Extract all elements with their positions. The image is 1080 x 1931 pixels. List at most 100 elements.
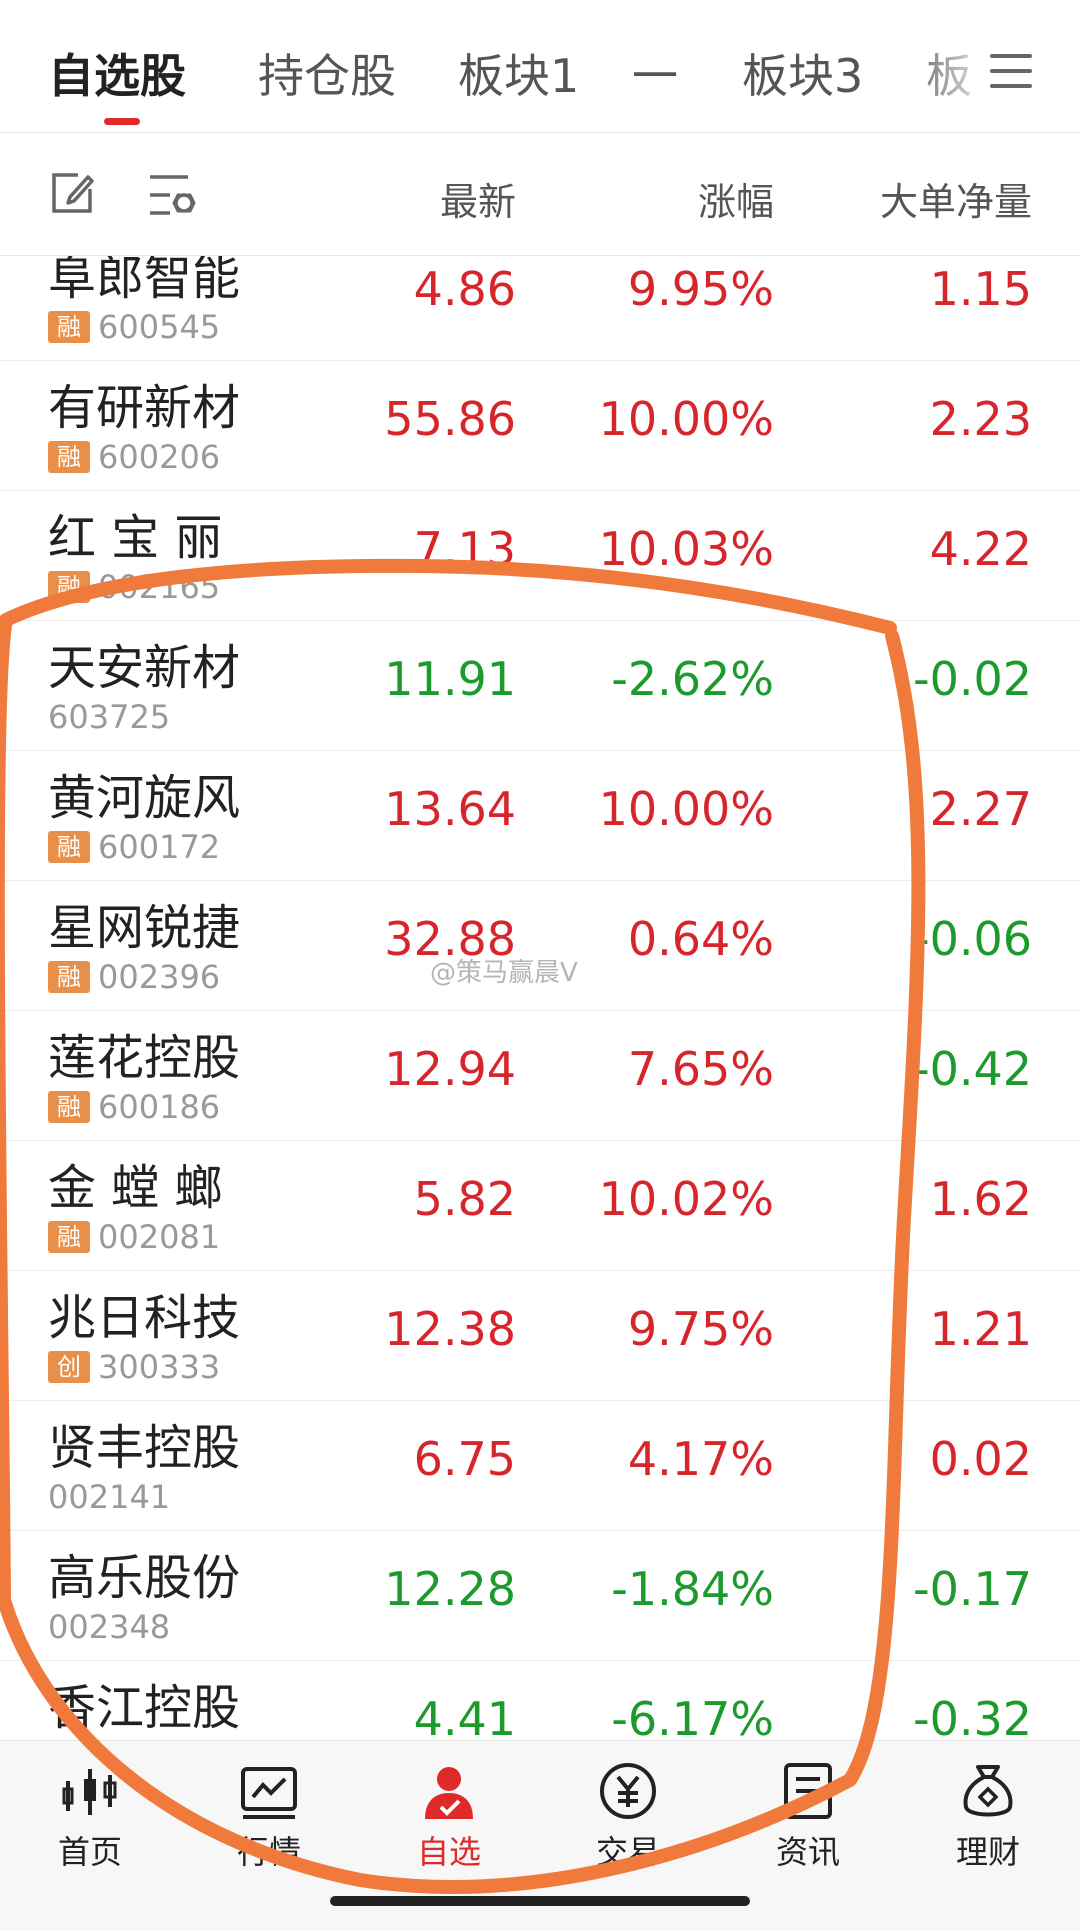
net-volume: 2.27 [929,782,1032,836]
change-percent: 7.65% [627,1042,774,1096]
nav-news[interactable]: 资讯 [738,1761,878,1873]
net-volume: -0.17 [912,1562,1032,1616]
stock-row[interactable]: 香江控股 4.41 -6.17% -0.32 [0,1660,1080,1740]
stock-name: 香江控股 [48,1680,241,1736]
nav-market[interactable]: 行情 [199,1761,339,1873]
tab-holdings[interactable]: 持仓股 [258,40,396,106]
stock-name: 阜郎智能 [48,256,241,306]
stock-code-line: 融 600186 [48,1088,220,1126]
watchlist-icon [425,1767,473,1819]
stock-code-line: 融 002165 [48,568,220,606]
net-volume: 0.02 [929,1432,1032,1486]
stock-code: 600186 [98,1088,221,1126]
margin-badge: 创 [48,1351,90,1383]
nav-label-wealth: 理财 [955,1833,1020,1871]
stock-code-line: 603725 [48,698,170,736]
edit-icon[interactable] [48,169,96,217]
stock-code-line: 融 600172 [48,828,220,866]
latest-price: 11.91 [384,652,516,706]
stock-name: 星网锐捷 [48,900,241,956]
stock-code: 600206 [98,438,221,476]
margin-badge: 融 [48,311,90,343]
nav-label-watchlist: 自选 [416,1833,481,1871]
stock-row[interactable]: 天安新材 603725 11.91 -2.62% -0.02 [0,620,1080,751]
tab-sector-1[interactable]: 板块1 [458,40,579,106]
net-volume: -0.06 [912,912,1032,966]
margin-badge: 融 [48,831,90,863]
nav-trade[interactable]: 交易 [558,1761,698,1873]
change-percent: 4.17% [627,1432,774,1486]
stock-code: 002141 [48,1478,171,1516]
home-indicator[interactable] [330,1896,750,1906]
column-change[interactable]: 涨幅 [698,171,774,226]
nav-label-news: 资讯 [775,1833,840,1871]
stock-name: 黄河旋风 [48,770,241,826]
stock-row[interactable]: 兆日科技创 300333 12.38 9.75% 1.21 [0,1270,1080,1401]
stock-row[interactable]: 黄河旋风融 600172 13.64 10.00% 2.27 [0,750,1080,881]
stock-row[interactable]: 高乐股份 002348 12.28 -1.84% -0.17 [0,1530,1080,1661]
latest-price: 55.86 [384,392,516,446]
stock-row[interactable]: 阜郎智能融 600545 4.86 9.95% 1.15 [0,256,1080,361]
money-bag-icon [963,1765,1013,1817]
stock-name: 高乐股份 [48,1550,241,1606]
tab-sector-3[interactable]: 板块3 [742,40,863,106]
tab-sector-2[interactable]: 一 [632,40,678,106]
column-latest[interactable]: 最新 [440,171,516,226]
change-percent: 0.64% [627,912,774,966]
latest-price: 13.64 [384,782,516,836]
nav-watchlist[interactable]: 自选 [379,1761,519,1873]
nav-wealth[interactable]: 理财 [918,1761,1058,1873]
nav-label-home: 首页 [57,1833,122,1871]
stock-code-line: 002141 [48,1478,170,1516]
nav-label-trade: 交易 [595,1833,660,1871]
watermark: @策马赢晨V [430,958,578,988]
latest-price: 12.94 [384,1042,516,1096]
net-volume: -0.42 [912,1042,1032,1096]
news-icon [784,1763,832,1819]
stock-code-line: 创 300333 [48,1348,220,1386]
stock-code: 002396 [98,958,221,996]
stock-row[interactable]: 星网锐捷融 002396 32.88 0.64% -0.06 [0,880,1080,1011]
latest-price: 5.82 [413,1172,516,1226]
change-percent: 9.75% [627,1302,774,1356]
stock-name: 贤丰控股 [48,1420,241,1476]
stock-code-line: 002348 [48,1608,170,1646]
column-net-volume[interactable]: 大单净量 [880,171,1032,226]
stock-name: 兆日科技 [48,1290,241,1346]
stock-row[interactable]: 红 宝 丽融 002165 7.13 10.03% 4.22 [0,490,1080,621]
net-volume: 4.22 [929,522,1032,576]
net-volume: -0.02 [912,652,1032,706]
stock-row[interactable]: 有研新材融 600206 55.86 10.00% 2.23 [0,360,1080,491]
stock-code-line: 融 600206 [48,438,220,476]
change-percent: 10.00% [598,392,774,446]
margin-badge: 融 [48,1091,90,1123]
net-volume: -0.32 [912,1692,1032,1740]
change-percent: 10.00% [598,782,774,836]
stock-name: 有研新材 [48,380,241,436]
latest-price: 4.41 [413,1692,516,1740]
stock-name: 莲花控股 [48,1030,241,1086]
margin-badge: 融 [48,571,90,603]
net-volume: 1.62 [929,1172,1032,1226]
stock-code-line: 融 002081 [48,1218,220,1256]
change-percent: 10.02% [598,1172,774,1226]
stock-row[interactable]: 莲花控股融 600186 12.94 7.65% -0.42 [0,1010,1080,1141]
menu-icon[interactable] [990,54,1032,88]
stock-list: 阜郎智能融 600545 4.86 9.95% 1.15 有研新材融 600206 55.86… [0,256,1080,1740]
stock-code-line: 融 600545 [48,308,220,346]
stock-row[interactable]: 贤丰控股 002141 6.75 4.17% 0.02 [0,1400,1080,1531]
stock-code: 603725 [48,698,171,736]
stock-code: 600545 [98,308,221,346]
stock-row[interactable]: 金 螳 螂融 002081 5.82 10.02% 1.62 [0,1140,1080,1271]
stock-code: 002348 [48,1608,171,1646]
nav-label-market: 行情 [236,1833,301,1871]
filter-settings-icon[interactable] [148,171,200,219]
net-volume: 1.21 [929,1302,1032,1356]
nav-home[interactable]: 首页 [20,1761,160,1873]
change-percent: -2.62% [611,652,774,706]
stock-code: 002081 [98,1218,221,1256]
change-percent: 9.95% [627,262,774,316]
tab-watchlist[interactable]: 自选股 [48,40,186,106]
margin-badge: 融 [48,441,90,473]
stock-name: 红 宝 丽 [48,510,223,566]
